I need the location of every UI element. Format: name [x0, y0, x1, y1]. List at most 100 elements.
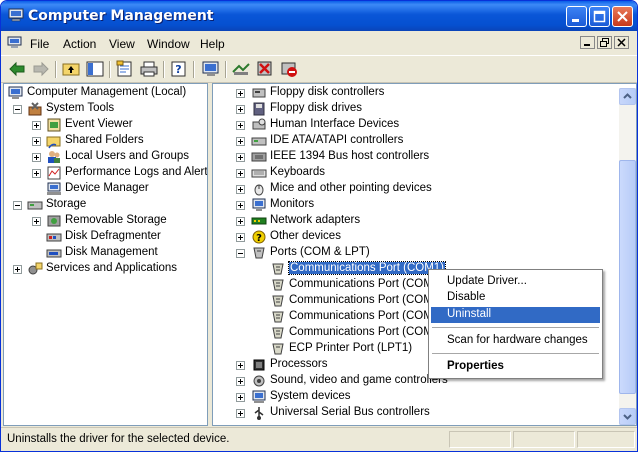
expand-toggle[interactable]: [236, 137, 245, 146]
floppy-drive-icon: [253, 102, 265, 116]
show-hide-tree-icon[interactable]: [85, 60, 105, 78]
hid-icon: [252, 118, 266, 130]
expand-toggle[interactable]: [236, 121, 245, 130]
tree-item-removable-storage[interactable]: Removable Storage: [4, 213, 204, 229]
help-icon[interactable]: ?: [169, 60, 189, 78]
expand-toggle[interactable]: [13, 265, 22, 274]
expand-toggle[interactable]: [32, 153, 41, 162]
scroll-up-button[interactable]: [619, 88, 636, 105]
expand-toggle[interactable]: [236, 217, 245, 226]
tree-item-device-manager[interactable]: Device Manager: [4, 181, 204, 197]
expand-toggle[interactable]: [236, 105, 245, 114]
up-folder-icon[interactable]: [61, 60, 81, 78]
menu-action[interactable]: Action: [63, 37, 96, 51]
tree-item-disk-management[interactable]: Disk Management: [4, 245, 204, 261]
child-close-button[interactable]: [614, 36, 629, 49]
collapse-toggle[interactable]: [13, 105, 22, 114]
close-button[interactable]: [612, 6, 633, 27]
device-row[interactable]: Floppy disk controllers: [213, 85, 617, 101]
menu-disable[interactable]: Disable: [431, 290, 600, 306]
device-row[interactable]: Floppy disk drives: [213, 101, 617, 117]
expand-toggle[interactable]: [236, 393, 245, 402]
expand-toggle[interactable]: [32, 121, 41, 130]
tree-item-disk-defragmenter[interactable]: Disk Defragmenter: [4, 229, 204, 245]
device-row[interactable]: IDE ATA/ATAPI controllers: [213, 133, 617, 149]
tree-item-system-tools[interactable]: System Tools: [4, 101, 204, 117]
device-row[interactable]: Network adapters: [213, 213, 617, 229]
device-row[interactable]: Human Interface Devices: [213, 117, 617, 133]
collapse-toggle[interactable]: [236, 249, 245, 258]
menu-properties[interactable]: Properties: [431, 359, 600, 375]
device-label: Other devices: [270, 230, 341, 242]
expand-toggle[interactable]: [236, 377, 245, 386]
update-driver-icon[interactable]: [231, 60, 251, 78]
expand-toggle[interactable]: [236, 153, 245, 162]
system-menu-icon[interactable]: [7, 36, 23, 50]
tree-item-performance-logs[interactable]: Performance Logs and Alerts: [4, 165, 207, 181]
device-row[interactable]: Ports (COM & LPT): [213, 245, 617, 261]
expand-toggle[interactable]: [32, 169, 41, 178]
device-label: Universal Serial Bus controllers: [270, 406, 430, 418]
tree-item-computer-management[interactable]: Computer Management (Local): [4, 85, 204, 101]
collapse-toggle[interactable]: [13, 201, 22, 210]
expand-toggle[interactable]: [236, 185, 245, 194]
services-icon: [28, 262, 43, 275]
properties-icon[interactable]: [115, 60, 135, 78]
device-label: ECP Printer Port (LPT1): [289, 342, 413, 354]
tree-label: Local Users and Groups: [65, 150, 190, 162]
scroll-down-button[interactable]: [619, 408, 636, 425]
back-arrow-icon[interactable]: [7, 60, 27, 78]
child-restore-button[interactable]: [597, 36, 612, 49]
maximize-button[interactable]: [589, 6, 610, 27]
tree-item-event-viewer[interactable]: Event Viewer: [4, 117, 204, 133]
menu-file[interactable]: File: [30, 37, 49, 51]
device-row[interactable]: ? Other devices: [213, 229, 617, 245]
minimize-button[interactable]: [566, 6, 587, 27]
tree-item-local-users-groups[interactable]: Local Users and Groups: [4, 149, 204, 165]
device-row[interactable]: Universal Serial Bus controllers: [213, 405, 617, 421]
menu-help[interactable]: Help: [200, 37, 225, 51]
tree-item-storage[interactable]: Storage: [4, 197, 204, 213]
menu-window[interactable]: Window: [147, 37, 190, 51]
expand-toggle[interactable]: [236, 201, 245, 210]
uninstall-device-icon[interactable]: [255, 60, 275, 78]
tree-item-shared-folders[interactable]: Shared Folders: [4, 133, 204, 149]
expand-toggle[interactable]: [32, 217, 41, 226]
processor-icon: [253, 359, 265, 371]
menu-separator: [432, 327, 599, 328]
expand-toggle[interactable]: [236, 409, 245, 418]
device-row[interactable]: Keyboards: [213, 165, 617, 181]
system-tools-icon: [28, 102, 42, 116]
tree-item-services-applications[interactable]: Services and Applications: [4, 261, 204, 277]
menu-update-driver[interactable]: Update Driver...: [431, 274, 600, 290]
expand-toggle[interactable]: [32, 137, 41, 146]
other-devices-icon: ?: [252, 230, 266, 244]
device-row[interactable]: Mice and other pointing devices: [213, 181, 617, 197]
device-row[interactable]: Monitors: [213, 197, 617, 213]
device-label: Communications Port (COM7: [289, 310, 440, 322]
menu-uninstall[interactable]: Uninstall: [431, 307, 600, 323]
scroll-thumb[interactable]: [619, 160, 636, 394]
computer-icon: [8, 86, 23, 99]
forward-arrow-icon[interactable]: [31, 60, 51, 78]
vertical-scrollbar[interactable]: [619, 88, 636, 425]
svg-text:?: ?: [175, 63, 181, 76]
console-tree-pane[interactable]: Computer Management (Local) System Tools…: [3, 83, 208, 426]
device-row[interactable]: System devices: [213, 389, 617, 405]
print-icon[interactable]: [139, 60, 159, 78]
expand-toggle[interactable]: [236, 361, 245, 370]
expand-toggle[interactable]: [236, 89, 245, 98]
close-icon: [617, 38, 626, 47]
menu-view[interactable]: View: [109, 37, 135, 51]
expand-toggle[interactable]: [236, 233, 245, 242]
toolbar-separator: [163, 61, 165, 78]
restore-icon: [600, 38, 609, 47]
computer-management-window: Computer Management File Action View Win…: [0, 0, 638, 452]
device-row[interactable]: IEEE 1394 Bus host controllers: [213, 149, 617, 165]
expand-toggle[interactable]: [236, 169, 245, 178]
disable-device-icon[interactable]: [279, 60, 299, 78]
title-bar[interactable]: Computer Management: [1, 1, 637, 31]
menu-scan-hardware[interactable]: Scan for hardware changes: [431, 333, 600, 349]
scan-hardware-icon[interactable]: [201, 60, 221, 78]
child-minimize-button[interactable]: [580, 36, 595, 49]
